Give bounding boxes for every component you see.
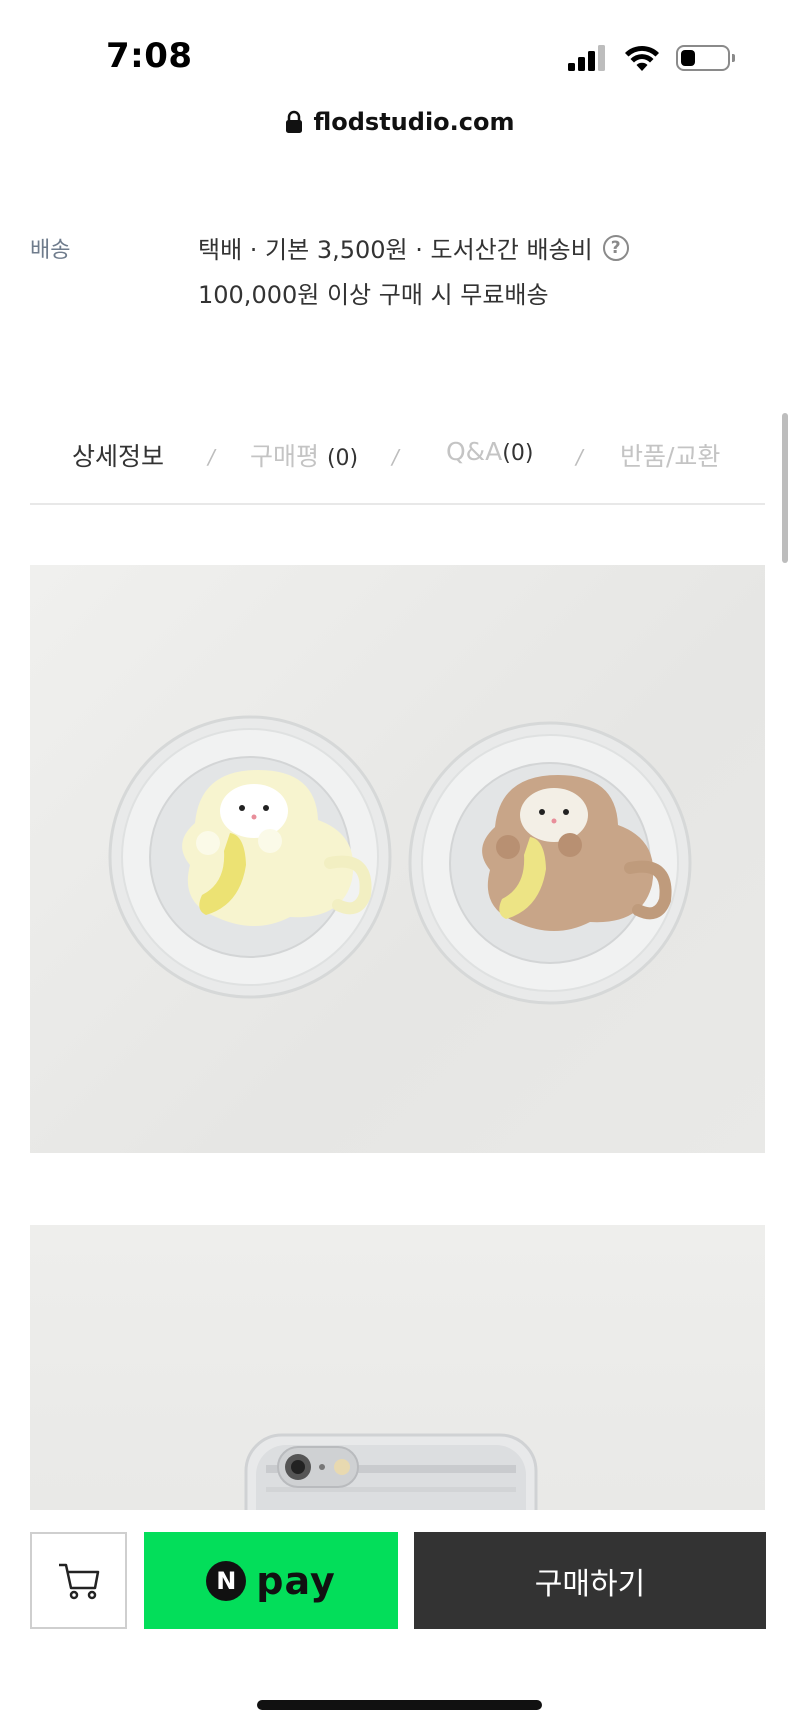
signal-icon [568,45,605,71]
url-text: flodstudio.com [313,108,515,136]
tab-reviews[interactable]: 구매평 (0) [250,437,358,473]
cart-button[interactable] [30,1532,127,1629]
detail-tabs: 상세정보 / 구매평 (0) / Q&A(0) / 반품/교환 [30,425,765,505]
shipping-fee-row: 택배 · 기본 3,500원 · 도서산간 배송비 ? [198,230,629,265]
lock-icon [286,110,303,133]
battery-icon [676,45,735,71]
buy-label: 구매하기 [534,1566,646,1602]
npay-logo-icon: N [206,1560,247,1601]
tab-count: (0) [326,446,359,471]
shipping-fee-text: 택배 · 기본 3,500원 · 도서산간 배송비 [198,236,593,264]
status-bar: 7:08 [0,0,800,100]
yellow-monkey-grip [108,715,392,999]
tab-detail-info[interactable]: 상세정보 [72,437,164,473]
free-shipping-text: 100,000원 이상 구매 시 무료배송 [198,281,549,309]
home-indicator[interactable] [257,1700,542,1710]
tab-separator: / [392,445,399,469]
buy-button[interactable]: 구매하기 [414,1532,766,1629]
wifi-icon [625,45,659,71]
cart-icon [58,1563,99,1599]
tab-label: Q&A [446,437,503,466]
brown-monkey-grip [408,721,692,1005]
tab-label: 상세정보 [72,442,165,471]
status-time: 7:08 [106,36,193,76]
product-illustration [108,715,692,1005]
tab-qna[interactable]: Q&A(0) [446,437,533,466]
tab-label: 구매평 [250,442,320,471]
phone-case-illustration [244,1433,538,1555]
npay-button[interactable]: N pay [144,1532,398,1629]
shipping-label: 배송 [30,238,71,263]
status-icons [568,44,735,72]
tab-separator: / [576,445,583,469]
npay-label: pay [256,1558,336,1603]
tab-returns[interactable]: 반품/교환 [620,437,720,473]
address-bar[interactable]: flodstudio.com [0,100,800,144]
product-image-1 [30,565,765,1153]
product-image-2 [30,1225,765,1555]
tab-label: 반품/교환 [620,442,721,471]
scrollbar[interactable] [782,413,788,563]
tab-count: (0) [502,441,534,466]
battery-level [681,50,695,66]
tab-separator: / [208,445,215,469]
help-icon[interactable]: ? [602,234,629,261]
